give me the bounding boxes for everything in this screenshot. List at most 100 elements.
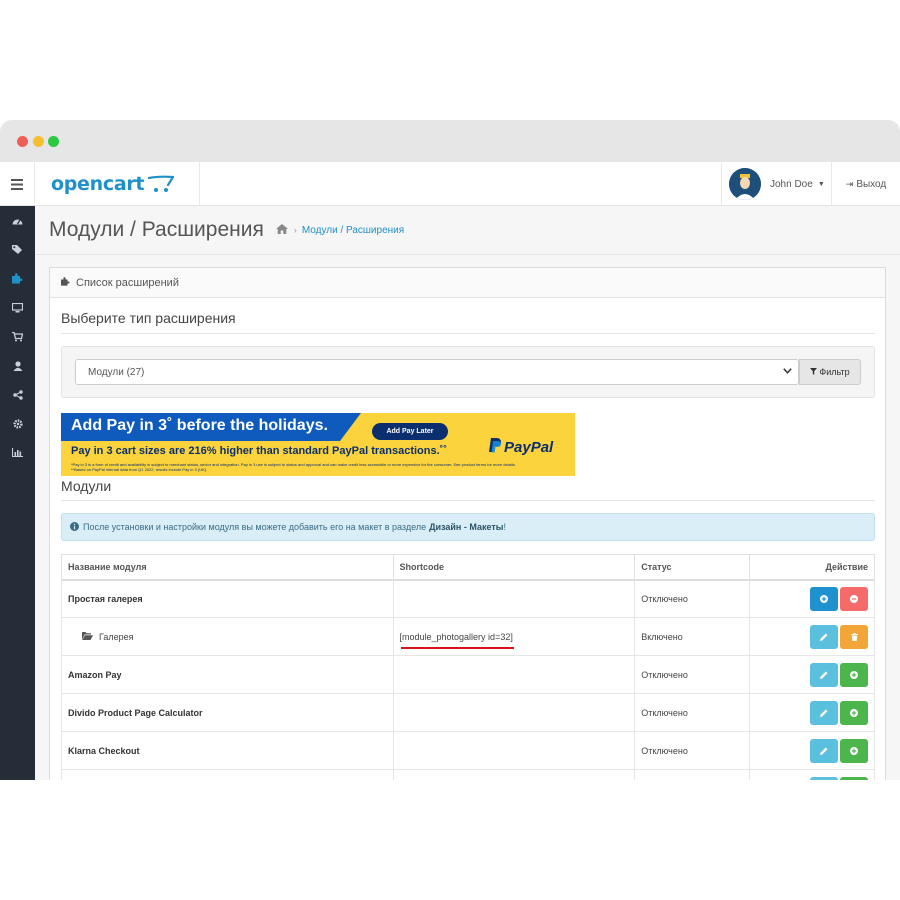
edit-button[interactable]: [810, 738, 838, 763]
extensions-panel: Список расширений Выберите тип расширени…: [49, 267, 886, 780]
plus-circle-icon: [850, 708, 858, 717]
module-actions: [749, 579, 875, 618]
panel-heading: Список расширений: [50, 268, 885, 298]
user-icon[interactable]: [0, 351, 35, 380]
modules-table: Название модуля Shortcode Статус Действи…: [61, 554, 875, 780]
browser-window: opencart John Doe ▼ ⇥ Выход Модули / Рас…: [0, 120, 900, 780]
minus-circle-icon: [850, 594, 858, 603]
module-status: Включено: [634, 617, 751, 656]
module-name: Галерея: [99, 631, 134, 642]
puzzle-icon: [61, 276, 70, 289]
info-link-design-layouts: Дизайн - Макеты: [429, 522, 504, 532]
edit-button[interactable]: [810, 776, 838, 780]
user-name: John Doe: [770, 178, 813, 190]
module-shortcode: [392, 655, 636, 694]
desktop-icon[interactable]: [0, 293, 35, 322]
sidebar: [0, 206, 35, 780]
pencil-icon: [820, 747, 828, 755]
pencil-icon: [820, 709, 828, 717]
module-name: Amazon Pay: [61, 655, 394, 694]
user-menu[interactable]: John Doe ▼: [721, 162, 831, 206]
paypal-banner[interactable]: Add Pay in 3˚ before the holidays. Add P…: [61, 413, 575, 476]
column-header-shortcode: Shortcode: [392, 554, 636, 581]
banner-subline: Pay in 3 cart sizes are 216% higher than…: [71, 445, 447, 457]
table-row: Amazon Pay Отключено: [61, 655, 875, 694]
top-header: opencart John Doe ▼ ⇥ Выход: [0, 162, 900, 206]
puzzle-icon[interactable]: [0, 264, 35, 293]
chevron-down-icon: [783, 366, 792, 376]
paypal-p-icon: [489, 438, 501, 457]
pencil-icon: [820, 633, 828, 641]
dashboard-icon[interactable]: [0, 206, 35, 235]
caret-down-icon: ▼: [817, 180, 825, 188]
module-status: [634, 769, 751, 780]
column-header-name[interactable]: Название модуля: [61, 554, 394, 581]
panel-heading-title: Список расширений: [76, 276, 179, 289]
paypal-logo: PayPal: [489, 438, 553, 457]
delete-button[interactable]: [840, 624, 868, 649]
module-actions: [749, 731, 875, 770]
install-button[interactable]: [840, 738, 868, 763]
main-content: Модули / Расширения › Модули / Расширени…: [35, 206, 900, 780]
window-titlebar: [0, 120, 900, 162]
module-shortcode: [392, 769, 636, 780]
column-header-action: Действие: [749, 554, 875, 581]
module-actions: [749, 693, 875, 732]
module-actions: [749, 655, 875, 694]
avatar: [729, 168, 761, 200]
plus-circle-icon: [850, 670, 858, 679]
module-shortcode: [module_photogallery id=32]: [399, 631, 515, 649]
extension-type-title: Выберите тип расширения: [61, 310, 875, 334]
install-button[interactable]: [840, 700, 868, 725]
page-header: Модули / Расширения › Модули / Расширени…: [35, 206, 900, 255]
folder-open-icon: [82, 631, 93, 642]
module-name: Klarna Checkout: [61, 731, 394, 770]
module-name: Divido Product Page Calculator: [61, 693, 394, 732]
share-icon[interactable]: [0, 380, 35, 409]
bar-chart-icon[interactable]: [0, 438, 35, 467]
close-window-button[interactable]: [17, 136, 28, 147]
install-button[interactable]: [840, 662, 868, 687]
logout-button[interactable]: ⇥ Выход: [831, 162, 900, 206]
module-status: Отключено: [634, 731, 751, 770]
opencart-logo[interactable]: opencart: [35, 162, 200, 206]
uninstall-button[interactable]: [840, 586, 868, 611]
table-row: Галерея [module_photogallery id=32] Вклю…: [61, 617, 875, 656]
sign-out-icon: ⇥: [845, 178, 854, 189]
breadcrumb-link[interactable]: Модули / Расширения: [302, 225, 404, 236]
module-status: Отключено: [634, 693, 751, 732]
info-alert: После установки и настройки модуля вы мо…: [61, 513, 875, 541]
module-actions: [749, 617, 875, 656]
plus-circle-icon: [850, 746, 858, 755]
table-header-row: Название модуля Shortcode Статус Действи…: [61, 554, 875, 581]
module-shortcode: [392, 579, 636, 618]
tags-icon[interactable]: [0, 235, 35, 264]
add-module-button[interactable]: [810, 586, 838, 611]
module-shortcode-cell: [module_photogallery id=32]: [392, 617, 636, 656]
add-pay-later-button[interactable]: Add Pay Later: [372, 423, 448, 440]
filter-label: Фильтр: [819, 367, 850, 377]
maximize-window-button[interactable]: [48, 136, 59, 147]
pencil-icon: [820, 671, 828, 679]
info-circle-icon: [70, 521, 79, 533]
module-name-cell: Галерея: [61, 617, 394, 656]
minimize-window-button[interactable]: [33, 136, 44, 147]
filter-well: Модули (27) Фильтр: [61, 346, 875, 398]
filter-button[interactable]: Фильтр: [799, 359, 861, 385]
cog-icon[interactable]: [0, 409, 35, 438]
plus-circle-icon: [820, 594, 828, 603]
banner-fine-print: *Pay in 3 is a form of credit and availa…: [71, 462, 571, 472]
breadcrumb-separator: ›: [293, 225, 297, 235]
filter-icon: [810, 367, 818, 377]
cart-icon[interactable]: [0, 322, 35, 351]
extension-type-select[interactable]: Модули (27): [75, 359, 799, 385]
edit-button[interactable]: [810, 624, 838, 649]
edit-button[interactable]: [810, 662, 838, 687]
menu-toggle-icon[interactable]: [0, 162, 35, 206]
install-button[interactable]: [840, 776, 868, 780]
page-title: Модули / Расширения: [49, 218, 264, 241]
edit-button[interactable]: [810, 700, 838, 725]
banner-fine-print-2: **Based on PayPal internal data from Q1 …: [71, 467, 208, 472]
logo-cart-icon: [148, 175, 175, 192]
home-icon[interactable]: [275, 223, 288, 237]
